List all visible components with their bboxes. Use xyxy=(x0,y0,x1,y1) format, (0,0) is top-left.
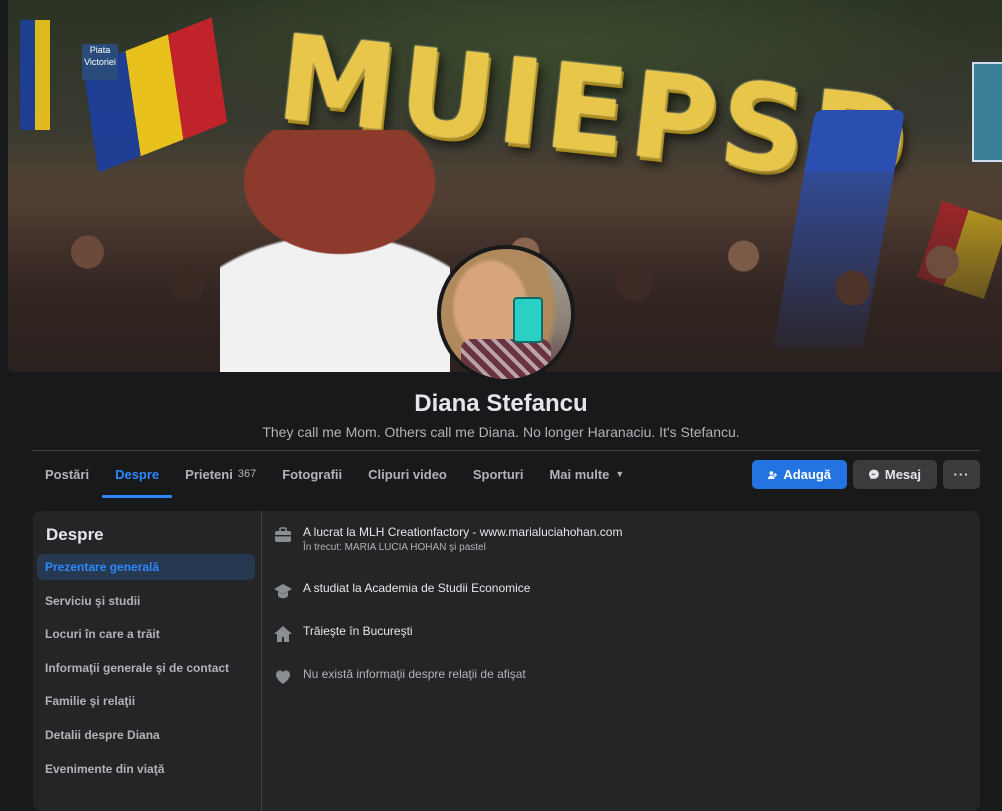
work-text[interactable]: A lucrat la MLH Creationfactory - www.ma… xyxy=(303,524,622,540)
message-label: Mesaj xyxy=(884,467,921,482)
tab-sports[interactable]: Sporturi xyxy=(460,451,537,497)
message-button[interactable]: Mesaj xyxy=(853,460,937,489)
profile-tabs: Postări Despre Prieteni 367 Fotografii Cl… xyxy=(32,451,637,498)
about-nav-life-events[interactable]: Evenimente din viaţă xyxy=(37,756,255,782)
about-nav-work-education[interactable]: Serviciu şi studii xyxy=(37,588,255,614)
more-icon: ··· xyxy=(953,467,970,482)
tab-photos[interactable]: Fotografii xyxy=(269,451,355,497)
tab-label: Prieteni xyxy=(185,466,233,482)
tab-label: Despre xyxy=(115,466,160,482)
add-label: Adaugă xyxy=(783,467,831,482)
work-past: În trecut: MARIA LUCIA HOHAN şi pastel xyxy=(303,542,486,553)
add-friend-button[interactable]: Adaugă xyxy=(752,460,847,489)
romanian-flag xyxy=(82,17,228,173)
friends-count: 367 xyxy=(237,468,257,480)
more-options-button[interactable]: ··· xyxy=(943,460,980,489)
about-nav-details[interactable]: Detalii despre Diana xyxy=(37,722,255,748)
about-nav: Prezentare generală Serviciu şi studii L… xyxy=(37,554,255,789)
home-row: Trăieşte în Bucureşti xyxy=(273,623,413,644)
tab-posts[interactable]: Postări xyxy=(32,451,102,497)
home-icon xyxy=(274,626,292,642)
profile-bio: They call me Mom. Others call me Diana. … xyxy=(262,424,740,440)
tab-label: Fotografii xyxy=(282,466,343,482)
work-row: A lucrat la MLH Creationfactory - www.ma… xyxy=(273,524,622,553)
profile-name: Diana Stefancu xyxy=(414,390,588,417)
profile-actions: Adaugă Mesaj ··· xyxy=(752,460,980,489)
tab-more[interactable]: Mai multe ▼ xyxy=(536,451,637,497)
phone xyxy=(513,297,543,343)
messenger-icon xyxy=(869,469,879,480)
tab-videos[interactable]: Clipuri video xyxy=(355,451,460,497)
about-title: Despre xyxy=(46,525,104,544)
graduation-cap-icon xyxy=(274,584,292,599)
romanian-flag xyxy=(20,20,50,130)
about-sidebar: Despre Prezentare generală Serviciu şi s… xyxy=(33,511,262,811)
about-nav-places[interactable]: Locuri în care a trăit xyxy=(37,621,255,647)
profile-avatar[interactable] xyxy=(437,245,575,383)
add-person-icon xyxy=(768,470,778,479)
about-nav-overview[interactable]: Prezentare generală xyxy=(37,554,255,580)
home-text[interactable]: Trăieşte în Bucureşti xyxy=(303,623,413,639)
heart-icon xyxy=(276,670,290,684)
education-text[interactable]: A studiat la Academia de Studii Economic… xyxy=(303,580,530,596)
about-nav-contact[interactable]: Informaţii generale şi de contact xyxy=(37,655,255,681)
billboard xyxy=(972,62,1002,162)
tab-label: Mai multe xyxy=(549,466,610,482)
tab-label: Sporturi xyxy=(472,466,524,482)
tab-label: Postări xyxy=(45,466,90,482)
relationship-row: Nu există informaţii despre relaţii de a… xyxy=(273,666,526,687)
woman-foreground xyxy=(220,130,450,372)
relationship-text: Nu există informaţii despre relaţii de a… xyxy=(303,667,526,681)
tab-label: Clipuri video xyxy=(368,466,447,482)
about-nav-family[interactable]: Familie şi relaţii xyxy=(37,688,255,714)
tab-friends[interactable]: Prieteni 367 xyxy=(172,451,269,497)
street-sign: Piata Victoriei xyxy=(82,44,118,80)
tab-about[interactable]: Despre xyxy=(102,451,173,498)
briefcase-icon xyxy=(275,527,291,542)
education-row: A studiat la Academia de Studii Economic… xyxy=(273,580,530,601)
caret-down-icon: ▼ xyxy=(615,469,625,479)
